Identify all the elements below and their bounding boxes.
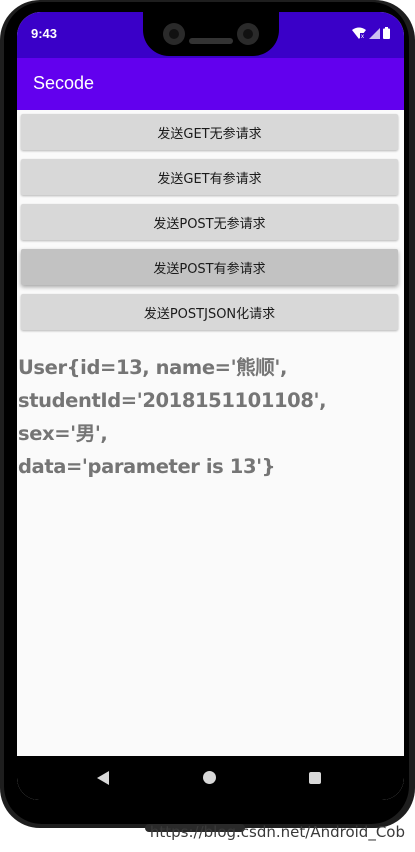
phone-frame: 9:43 x Secode 发送GET无参请求 发送GET有参请求 发送POST… xyxy=(0,0,415,828)
front-camera-icon xyxy=(163,23,185,45)
status-time: 9:43 xyxy=(31,26,58,41)
post-no-params-button[interactable]: 发送POST无参请求 xyxy=(21,204,398,240)
back-icon[interactable] xyxy=(97,771,109,785)
app-bar: Secode xyxy=(17,58,404,110)
phone-bezel: 9:43 x Secode 发送GET无参请求 发送GET有参请求 发送POST… xyxy=(4,2,409,824)
device-screen: 9:43 x Secode 发送GET无参请求 发送GET有参请求 发送POST… xyxy=(17,12,404,800)
post-with-params-button[interactable]: 发送POST有参请求 xyxy=(21,249,398,285)
front-camera-icon xyxy=(237,23,259,45)
watermark: https://blog.csdn.net/Android_Cob xyxy=(149,823,405,841)
battery-icon xyxy=(383,27,390,39)
earpiece-speaker xyxy=(189,38,233,44)
response-text: User{id=13, name='熊顺', studentId='201815… xyxy=(18,356,327,478)
navigation-bar xyxy=(17,756,404,800)
home-icon[interactable] xyxy=(203,771,216,784)
status-icons: x xyxy=(352,27,390,39)
get-with-params-button[interactable]: 发送GET有参请求 xyxy=(21,159,398,195)
wifi-icon: x xyxy=(352,27,366,39)
get-no-params-button[interactable]: 发送GET无参请求 xyxy=(21,114,398,150)
recents-icon[interactable] xyxy=(309,772,321,784)
camera-notch xyxy=(143,12,279,56)
post-json-button[interactable]: 发送POSTJSON化请求 xyxy=(21,294,398,330)
signal-icon xyxy=(369,28,380,39)
app-title: Secode xyxy=(33,73,95,93)
svg-text:x: x xyxy=(361,34,364,39)
